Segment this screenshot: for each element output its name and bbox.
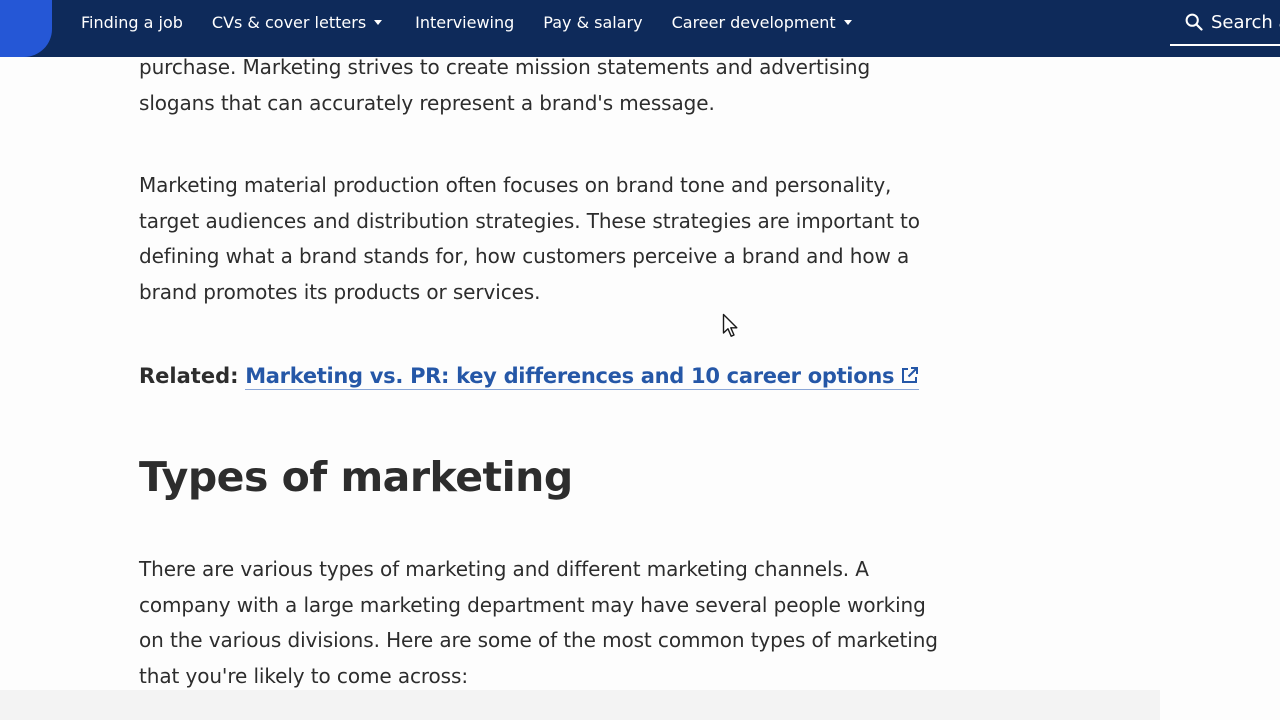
nav-item-label: CVs & cover letters [211, 12, 367, 32]
nav-item-label: Interviewing [415, 12, 515, 32]
section-title: Types of marketing [139, 453, 573, 501]
mouse-cursor-icon [722, 313, 738, 337]
paragraph-types-intro: There are various types of marketing and… [139, 552, 949, 695]
site-logo[interactable] [0, 0, 52, 57]
nav-item-label: Finding a job [81, 12, 183, 32]
bottom-fade-bar [0, 690, 1160, 720]
article-paragraph: purchase. Marketing strives to create mi… [139, 55, 871, 115]
nav-item-cvs-cover-letters[interactable]: CVs & cover letters [211, 12, 383, 32]
search-icon [1185, 13, 1203, 31]
related-article: Related: Marketing vs. PR: key differenc… [139, 361, 949, 391]
nav-item-pay-salary[interactable]: Pay & salary [543, 13, 642, 32]
nav-menu: Finding a job CVs & cover letters Interv… [81, 0, 852, 44]
nav-item-label: Career development [671, 12, 836, 32]
article-paragraph: Marketing material production often focu… [139, 173, 920, 305]
caret-down-icon [843, 20, 852, 25]
nav-item-career-development[interactable]: Career development [672, 13, 852, 32]
section-heading: Types of marketing [139, 452, 949, 502]
search-button[interactable]: Search a [1170, 0, 1280, 46]
external-link-icon [902, 367, 919, 383]
article-paragraph: There are various types of marketing and… [139, 557, 938, 689]
top-navigation-bar: Finding a job CVs & cover letters Interv… [0, 0, 1280, 57]
related-link-text: Marketing vs. PR: key differences and 10… [245, 364, 895, 388]
nav-item-finding-a-job[interactable]: Finding a job [81, 13, 183, 32]
caret-down-icon [374, 20, 383, 25]
nav-item-label: Pay & salary [543, 12, 643, 32]
search-label: Search a [1211, 11, 1280, 33]
related-label: Related: [139, 364, 239, 388]
paragraph-material-production: Marketing material production often focu… [139, 168, 949, 311]
paragraph-purchase: purchase. Marketing strives to create mi… [139, 50, 949, 121]
related-article-link[interactable]: Marketing vs. PR: key differences and 10… [245, 364, 920, 390]
nav-item-interviewing[interactable]: Interviewing [415, 13, 514, 32]
